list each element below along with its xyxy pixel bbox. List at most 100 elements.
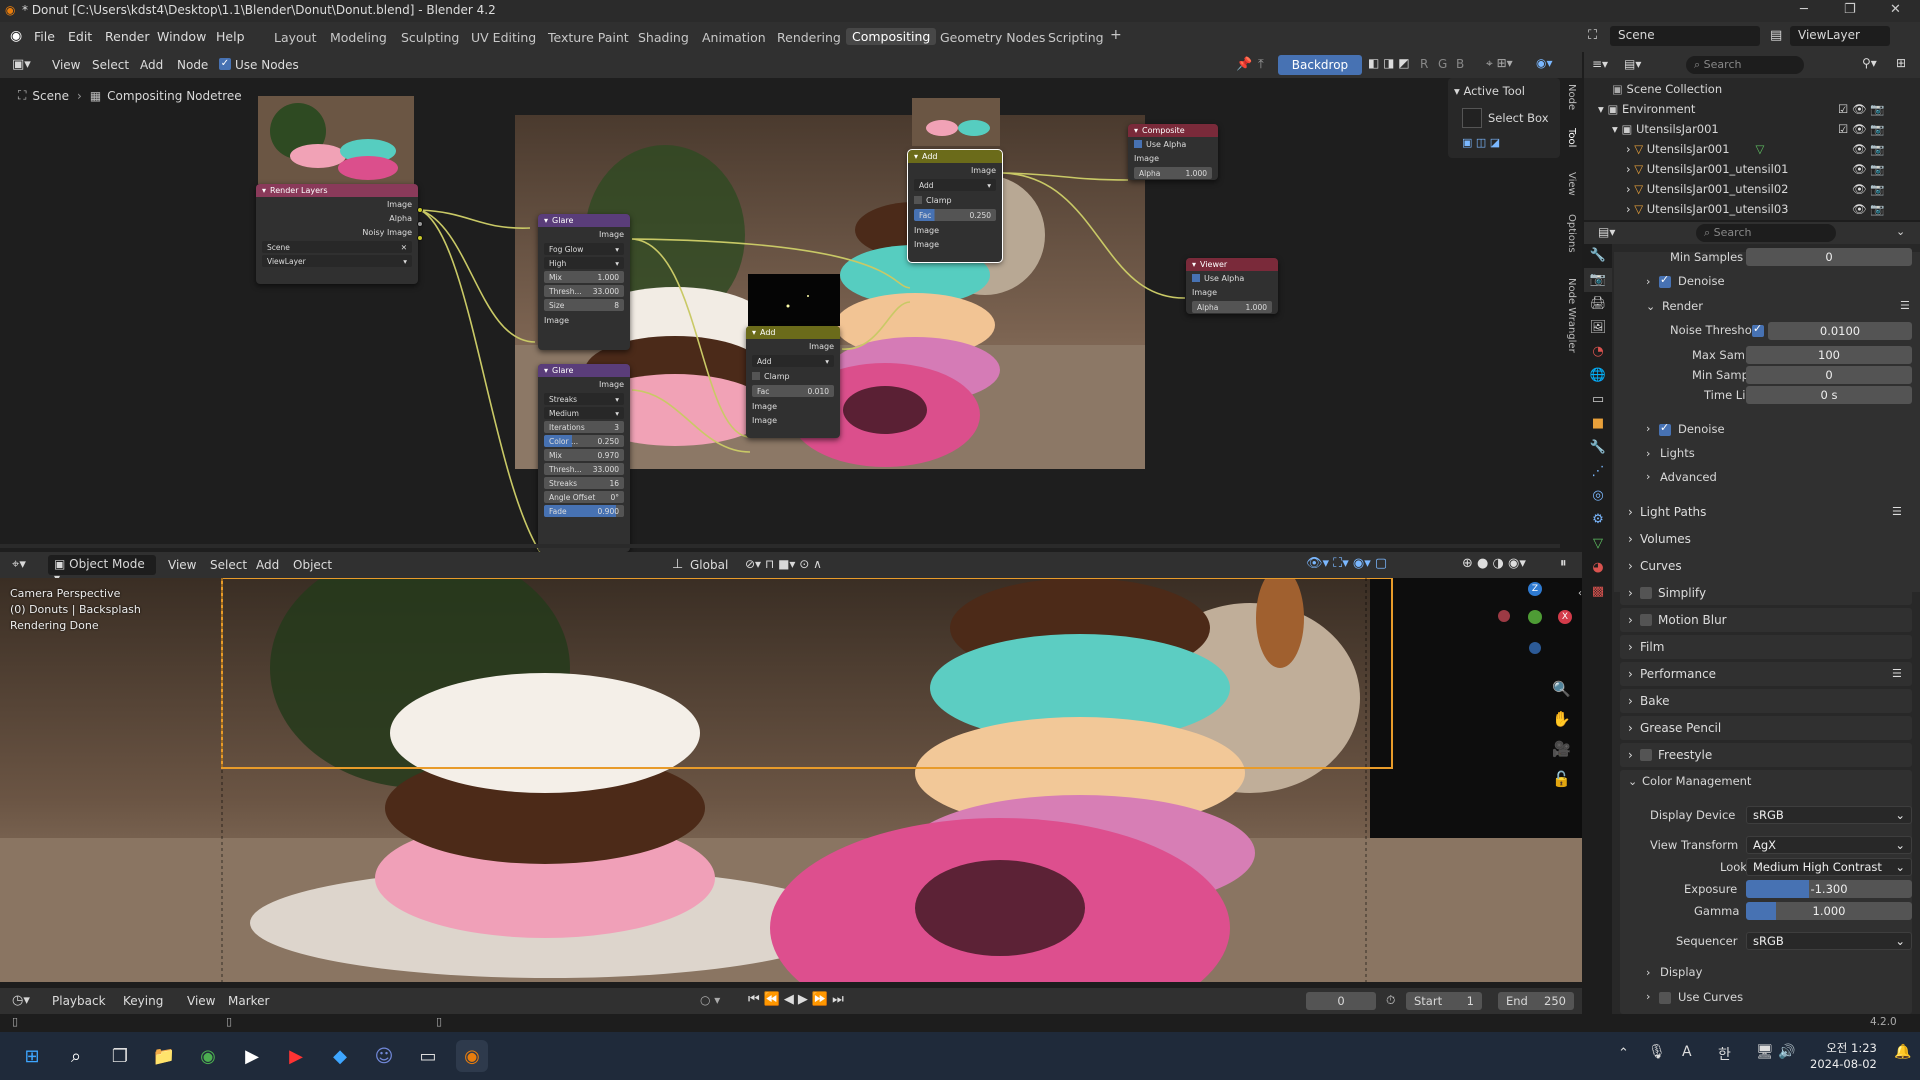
section-film[interactable]: › Film [1620,635,1912,659]
outliner-editor-icon[interactable]: ≡▾ [1592,57,1608,71]
time-limit-field[interactable]: 0 s [1746,386,1912,404]
min-samples-field[interactable]: 0 [1746,366,1912,384]
threshold-field[interactable]: Thresh... 33.000 [544,463,624,475]
current-frame-field[interactable]: 0 [1306,992,1376,1010]
blender-taskbar-icon[interactable]: ◉ [456,1040,488,1072]
use-alpha-row[interactable]: Use Alpha [1128,137,1218,151]
mix-field[interactable]: Mix 0.970 [544,449,624,461]
quality-select[interactable]: High ▾ [544,257,624,269]
exposure-field[interactable]: -1.300 [1746,880,1912,898]
sidebar-toggle-icon[interactable]: ‹ [1578,588,1582,599]
mix-field[interactable]: Mix 1.000 [544,271,624,283]
streaks-field[interactable]: Streaks 16 [544,477,624,489]
network-volume-icons[interactable]: 🖥 🔊 [1756,1044,1796,1060]
collapse-icon[interactable]: ▾ [1134,126,1138,135]
preset-list-icon[interactable]: ☰ [1892,667,1902,680]
advanced-subpanel[interactable]: Advanced [1660,470,1717,484]
use-alpha-checkbox[interactable] [1192,274,1200,282]
visibility-icons[interactable]: ☑ 👁 📷 [1838,122,1885,136]
clock-icon[interactable]: ⏱ [1386,993,1395,1008]
denoise-checkbox-2[interactable] [1659,421,1671,436]
media-player-icon[interactable]: ▶ [236,1040,268,1072]
selection-mode-icons[interactable]: ▣ ◫ ◪ [1462,136,1500,149]
fac-field[interactable]: Fac 0.010 [752,385,834,397]
object-mode-select[interactable]: ▣ Object Mode ▾ [48,555,156,585]
collapse-icon[interactable]: ▾ [1192,260,1196,269]
section-performance[interactable]: › Performance ☰ [1620,662,1912,686]
quality-select[interactable]: Medium ▾ [544,407,624,419]
gizmo-neg-z-axis[interactable] [1529,642,1541,654]
expand-icon[interactable]: › [1646,422,1650,435]
composite-node[interactable]: ▾ Composite Use Alpha Image Alpha 1.000 [1128,124,1218,180]
tab-geometry-nodes[interactable]: Geometry Nodes [940,30,1045,45]
tab-options[interactable]: Options [1566,214,1577,253]
add-workspace-icon[interactable]: + [1110,27,1122,43]
noise-threshold-field[interactable]: 0.0100 [1768,322,1912,340]
tool-tab-icon[interactable]: 🔧 [1584,244,1612,268]
lights-subpanel[interactable]: Lights [1660,446,1695,460]
blend-mode-select[interactable]: Add ▾ [752,355,834,367]
tab-node-wrangler[interactable]: Node Wrangler [1566,278,1577,353]
noise-threshold-checkbox[interactable] [1752,322,1764,337]
3d-viewport[interactable]: ⌖▾ ▣ Object Mode ▾ View Select Add Objec… [0,552,1582,982]
minimize-icon[interactable]: ─ [1800,2,1808,17]
use-alpha-row[interactable]: Use Alpha [1186,271,1278,285]
properties-search-input[interactable]: ⌕ Search [1696,224,1836,242]
node-header[interactable]: ▾ Composite [1128,124,1218,137]
node-header[interactable]: ▾ Viewer [1186,258,1278,271]
collection-tab-icon[interactable]: ▭ [1584,388,1612,412]
outliner-search-input[interactable]: ⌕ Search [1686,56,1804,74]
particles-tab-icon[interactable]: ⋰ [1584,460,1612,484]
section-motion-blur[interactable]: › Motion Blur [1620,608,1912,632]
node-header[interactable]: ▾ Add [746,326,840,339]
data-tab-icon[interactable]: ▽ [1584,532,1612,556]
texture-tab-icon[interactable]: ▩ [1584,580,1612,604]
discord-icon[interactable]: ☺ [368,1040,400,1072]
tab-shading[interactable]: Shading [638,30,689,45]
transform-orientation-select[interactable]: Global [690,558,728,572]
playback-controls[interactable]: ⏮⏪◀▶⏩⏭ [748,992,848,1007]
gizmo-x-axis[interactable]: X [1558,610,1572,624]
search-icon[interactable]: ⌕ [60,1040,92,1072]
socket-alpha[interactable] [417,221,423,227]
outliner-row-jar[interactable]: ▾ ▣ UtensilsJar001 ☑ 👁 📷 [1612,122,1920,136]
tab-modeling[interactable]: Modeling [330,30,387,45]
visibility-icons[interactable]: 👁 📷 [1852,202,1885,216]
color-modulation-field[interactable]: Color ... 0.250 [544,435,624,447]
outliner-row-jar-object[interactable]: › ▽ UtensilsJar001 ▽ 👁 📷 [1626,142,1920,156]
visibility-icons[interactable]: 👁 📷 [1852,162,1885,176]
menu-window[interactable]: Window [157,29,206,44]
freestyle-checkbox[interactable] [1640,749,1652,761]
file-explorer-icon[interactable]: 📁 [148,1040,180,1072]
section-light-paths[interactable]: › Light Paths ☰ [1620,500,1912,524]
display-subpanel[interactable]: Display [1660,965,1702,979]
look-select[interactable]: Medium High Contrast ⌄ [1746,858,1912,876]
tab-node[interactable]: Node [1566,84,1577,110]
microphone-icon[interactable]: 🎙 [1648,1044,1666,1060]
tab-texture-paint[interactable]: Texture Paint [548,30,629,45]
timeline-menu-view[interactable]: View [187,994,215,1008]
expand-icon[interactable]: › [1646,470,1650,483]
section-grease-pencil[interactable]: › Grease Pencil [1620,716,1912,740]
collapse-icon[interactable]: ▾ [752,328,756,337]
socket-noisy[interactable] [417,235,423,241]
task-view-icon[interactable]: ❐ [104,1040,136,1072]
gizmo-neg-x-axis[interactable] [1498,610,1510,622]
layer-field[interactable]: ViewLayer ▾ [262,255,412,267]
viewport-visibility-icons[interactable]: 👁▾ ⛶▾ ◉▾ ▢ [1306,556,1387,571]
outliner-row-utensil01[interactable]: › ▽ UtensilsJar001_utensil01 👁 📷 [1626,162,1920,176]
zoom-icon[interactable]: 🔍 [1552,674,1571,704]
gamma-field[interactable]: 1.000 [1746,902,1912,920]
editor-type-icon[interactable]: ⌖▾ [12,557,26,572]
scene-field[interactable]: Scene ✕ [262,241,412,253]
section-curves[interactable]: › Curves [1620,554,1912,578]
section-bake[interactable]: › Bake [1620,689,1912,713]
render-subpanel-label[interactable]: Render [1662,299,1703,313]
clock[interactable]: 오전 1:23 2024-08-02 [1810,1040,1877,1072]
viewport-menu-add[interactable]: Add [256,558,279,572]
motion-blur-checkbox[interactable] [1640,614,1652,626]
tab-animation[interactable]: Animation [702,30,766,45]
section-simplify[interactable]: › Simplify [1620,581,1912,605]
shading-mode-icons[interactable]: ⊕ ● ◑ ◉▾ [1462,556,1526,571]
timeline-menu-keying[interactable]: Keying [123,994,163,1008]
